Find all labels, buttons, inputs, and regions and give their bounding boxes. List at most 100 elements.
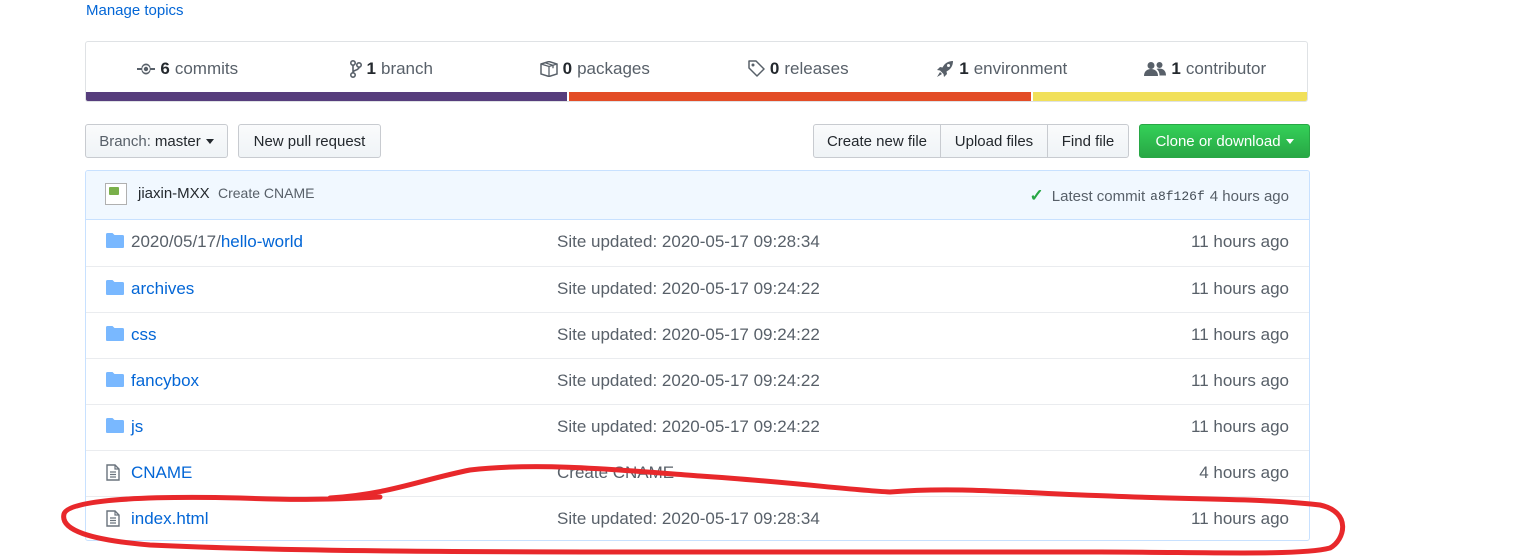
file-age: 11 hours ago [1191, 325, 1289, 344]
file-age: 11 hours ago [1191, 509, 1289, 528]
path-prefix: 2020/05/17/ [131, 232, 221, 251]
tag-icon [748, 60, 765, 77]
file-name-link[interactable]: index.html [131, 509, 208, 529]
file-actions-group: Create new file Upload files Find file [813, 124, 1129, 158]
environment-link[interactable]: 1 environment [900, 59, 1104, 79]
commit-message-link[interactable]: Site updated: 2020-05-17 09:24:22 [557, 325, 820, 345]
file-name-link[interactable]: fancybox [131, 371, 199, 391]
file-name: js [131, 417, 144, 436]
branch-count: 1 [366, 58, 376, 78]
packages-label: packages [577, 58, 650, 78]
file-age: 11 hours ago [1191, 371, 1289, 390]
environment-count: 1 [959, 58, 969, 78]
folder-icon [106, 372, 124, 387]
file-row: archives Site updated: 2020-05-17 09:24:2… [86, 266, 1309, 312]
latest-commit-label: Latest commit [1051, 187, 1146, 205]
caret-down-icon [1285, 138, 1294, 144]
file-name: archives [131, 279, 195, 298]
commit-message-link[interactable]: Site updated: 2020-05-17 09:28:34 [557, 232, 820, 252]
clone-or-download-button[interactable]: Clone or download [1139, 124, 1310, 158]
new-pull-request-button[interactable]: New pull request [238, 124, 381, 158]
branch-name: master [154, 132, 201, 150]
file-name: CNAME [131, 463, 193, 482]
branch-link[interactable]: 1 branch [290, 59, 494, 79]
upload-files-button[interactable]: Upload files [940, 124, 1048, 158]
commit-message-link[interactable]: Site updated: 2020-05-17 09:24:22 [557, 371, 820, 391]
file-icon-wrap [106, 510, 120, 532]
releases-count: 0 [769, 58, 780, 78]
releases-label: releases [784, 58, 849, 78]
file-row: CNAME Create CNAME 4 hours ago [86, 450, 1309, 496]
rocket-icon [937, 60, 954, 77]
latest-commit-info: ✓ Latest commit a8f126f 4 hours ago [1030, 186, 1289, 206]
commit-icon [137, 63, 156, 74]
repository-summary: 6 commits 1 branch 0 packages 0 releases… [85, 41, 1308, 102]
commit-message-link[interactable]: Create CNAME [218, 185, 314, 201]
file-row: fancybox Site updated: 2020-05-17 09:24:2… [86, 358, 1309, 404]
contributor-count: 1 [1171, 58, 1181, 78]
file-name-link[interactable]: CNAME [131, 463, 192, 483]
latest-commit-age: 4 hours ago [1209, 187, 1289, 205]
file-name: index.html [131, 509, 209, 528]
contributor-link[interactable]: 1 contributor [1104, 59, 1308, 79]
folder-icon [106, 326, 124, 341]
environment-label: environment [973, 58, 1068, 78]
file-name-link[interactable]: 2020/05/17/hello-world [131, 232, 303, 252]
people-icon [1144, 61, 1167, 76]
file-age: 11 hours ago [1191, 232, 1289, 251]
commit-author-link[interactable]: jiaxin-MXX [138, 185, 210, 202]
folder-icon-wrap [106, 326, 124, 346]
contributor-label: contributor [1185, 58, 1267, 78]
file-age: 11 hours ago [1191, 279, 1289, 298]
commit-message-link[interactable]: Site updated: 2020-05-17 09:28:34 [557, 509, 820, 529]
file-name: hello-world [220, 232, 304, 251]
folder-icon-wrap [106, 233, 124, 253]
file-row: js Site updated: 2020-05-17 09:24:22 11 ho… [86, 404, 1309, 450]
file-row: css Site updated: 2020-05-17 09:24:22 11 h… [86, 312, 1309, 358]
package-icon [539, 60, 558, 77]
folder-icon-wrap [106, 418, 124, 438]
branch-icon [349, 59, 362, 78]
file-age: 4 hours ago [1199, 463, 1289, 482]
check-icon[interactable]: ✓ [1030, 186, 1044, 206]
branch-prefix: Branch: [99, 132, 151, 150]
latest-commit-bar: jiaxin-MXX Create CNAME ✓ Latest commit … [86, 171, 1309, 220]
commit-message-link[interactable]: Create CNAME [557, 463, 674, 483]
file-list: jiaxin-MXX Create CNAME ✓ Latest commit … [85, 170, 1310, 541]
file-icon [106, 464, 120, 481]
commits-link[interactable]: 6 commits [86, 59, 290, 79]
file-age: 11 hours ago [1191, 417, 1289, 436]
releases-link[interactable]: 0 releases [697, 59, 901, 79]
folder-icon [106, 418, 124, 433]
commits-label: commits [174, 58, 239, 78]
file-row: 2020/05/17/hello-world Site updated: 2020… [86, 220, 1309, 266]
packages-count: 0 [562, 58, 573, 78]
file-name: fancybox [131, 371, 200, 390]
branch-label: branch [380, 58, 433, 78]
file-icon-wrap [106, 464, 120, 486]
clone-label: Clone or download [1155, 132, 1281, 150]
language-bar[interactable] [86, 92, 1307, 101]
file-name-link[interactable]: js [131, 417, 143, 437]
avatar[interactable] [105, 183, 127, 205]
caret-down-icon [205, 138, 214, 144]
language-segment[interactable] [1033, 92, 1307, 101]
create-new-file-button[interactable]: Create new file [813, 124, 941, 158]
commit-message-link[interactable]: Site updated: 2020-05-17 09:24:22 [557, 279, 820, 299]
file-row: index.html Site updated: 2020-05-17 09:28… [86, 496, 1309, 540]
file-rows: 2020/05/17/hello-world Site updated: 2020… [86, 220, 1309, 540]
commit-sha-link[interactable]: a8f126f [1150, 189, 1205, 204]
packages-link[interactable]: 0 packages [493, 59, 697, 79]
file-name: css [131, 325, 157, 344]
branch-select-button[interactable]: Branch: master [85, 124, 228, 158]
file-name-link[interactable]: css [131, 325, 157, 345]
language-segment[interactable] [568, 92, 1032, 101]
commit-message-link[interactable]: Site updated: 2020-05-17 09:24:22 [557, 417, 820, 437]
folder-icon [106, 233, 124, 248]
find-file-button[interactable]: Find file [1047, 124, 1129, 158]
commits-count: 6 [160, 58, 170, 78]
file-name-link[interactable]: archives [131, 279, 194, 299]
language-segment[interactable] [86, 92, 567, 101]
manage-topics-link[interactable]: Manage topics [86, 2, 184, 19]
folder-icon-wrap [106, 280, 124, 300]
